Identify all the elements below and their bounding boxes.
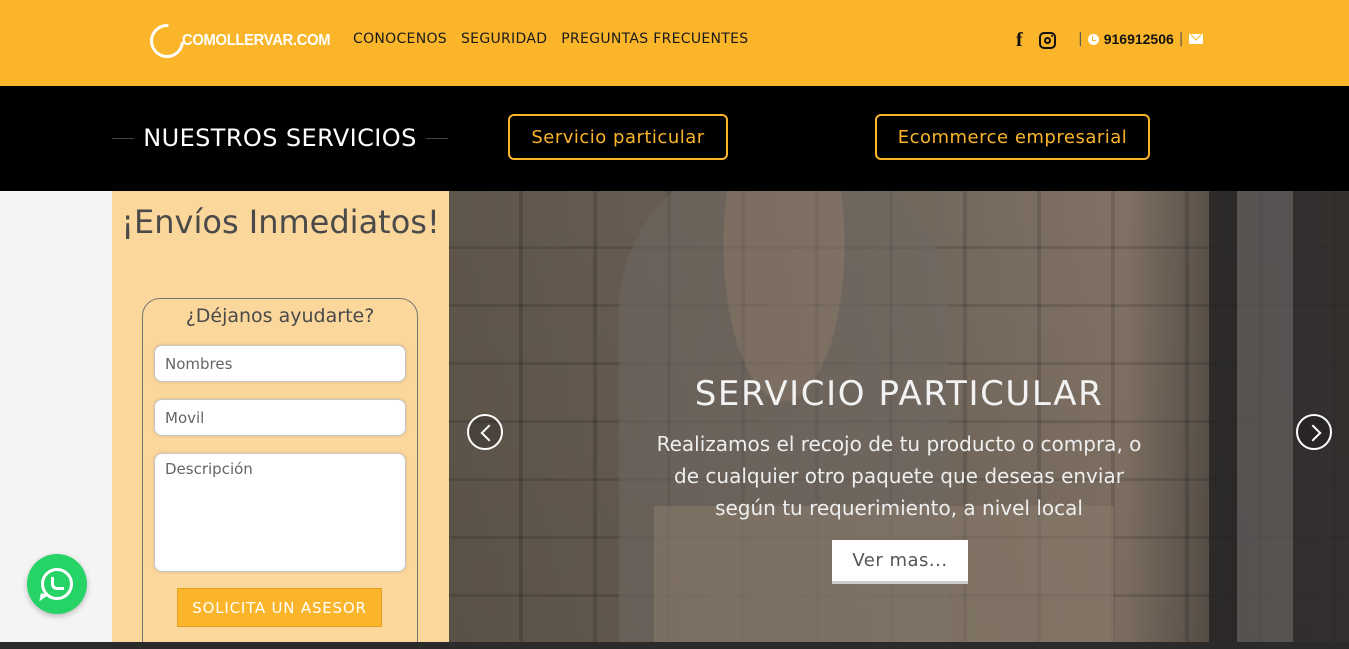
- services-band: NUESTROS SERVICIOS Servicio particular E…: [0, 86, 1349, 191]
- description-textarea[interactable]: [154, 453, 406, 572]
- name-input[interactable]: [154, 345, 406, 382]
- contact-form-panel: ¡Envíos Inmediatos! ¿Déjanos ayudarte? S…: [112, 191, 449, 649]
- mail-icon[interactable]: [1188, 34, 1203, 44]
- hero-slider: SERVICIO PARTICULAR Realizamos el recojo…: [449, 191, 1349, 642]
- services-title: NUESTROS SERVICIOS: [143, 124, 417, 152]
- separator: |: [1178, 31, 1184, 47]
- bottom-strip: [0, 642, 1349, 649]
- facebook-icon[interactable]: f: [1016, 29, 1023, 51]
- separator: |: [1078, 31, 1083, 47]
- hero-description: Realizamos el recojo de tu producto o co…: [656, 432, 1142, 520]
- nav-item-seguridad[interactable]: SEGURIDAD: [461, 31, 547, 47]
- nav-item-conocenos[interactable]: CONOCENOS: [353, 31, 447, 47]
- instagram-icon[interactable]: [1038, 31, 1056, 49]
- nav-item-preguntas-frecuentes[interactable]: PREGUNTAS FRECUENTES: [561, 31, 748, 47]
- site-logo[interactable]: COMOLLERVAR.COM: [143, 17, 343, 65]
- prev-slide-arrow-icon[interactable]: [467, 414, 503, 450]
- hero-van-image: [1209, 191, 1349, 642]
- phone-number[interactable]: 916912506: [1104, 31, 1174, 47]
- panel-title: ¡Envíos Inmediatos!: [121, 203, 440, 241]
- hero-title: SERVICIO PARTICULAR: [694, 374, 1104, 414]
- servicio-particular-button[interactable]: Servicio particular: [508, 114, 728, 160]
- form-title: ¿Déjanos ayudarte?: [185, 305, 375, 327]
- whatsapp-icon: [41, 568, 73, 600]
- contact-info: | 916912506 |: [1078, 31, 1203, 47]
- whatsapp-button[interactable]: [27, 554, 87, 614]
- main-nav: CONOCENOS SEGURIDAD PREGUNTAS FRECUENTES: [353, 31, 749, 47]
- ver-mas-button[interactable]: Ver mas...: [832, 540, 968, 584]
- social-links: f: [1016, 29, 1056, 51]
- hero-content: SERVICIO PARTICULAR Realizamos el recojo…: [649, 374, 1149, 524]
- services-title-wrap: NUESTROS SERVICIOS: [112, 121, 448, 155]
- next-slide-arrow-icon[interactable]: [1296, 414, 1332, 450]
- phone-icon: [1087, 33, 1099, 45]
- request-advisor-button[interactable]: SOLICITA UN ASESOR: [177, 588, 382, 627]
- top-header: COMOLLERVAR.COM CONOCENOS SEGURIDAD PREG…: [0, 0, 1349, 86]
- phone-input[interactable]: [154, 399, 406, 436]
- logo-text: COMOLLERVAR.COM: [182, 32, 331, 49]
- ecommerce-empresarial-button[interactable]: Ecommerce empresarial: [875, 114, 1150, 160]
